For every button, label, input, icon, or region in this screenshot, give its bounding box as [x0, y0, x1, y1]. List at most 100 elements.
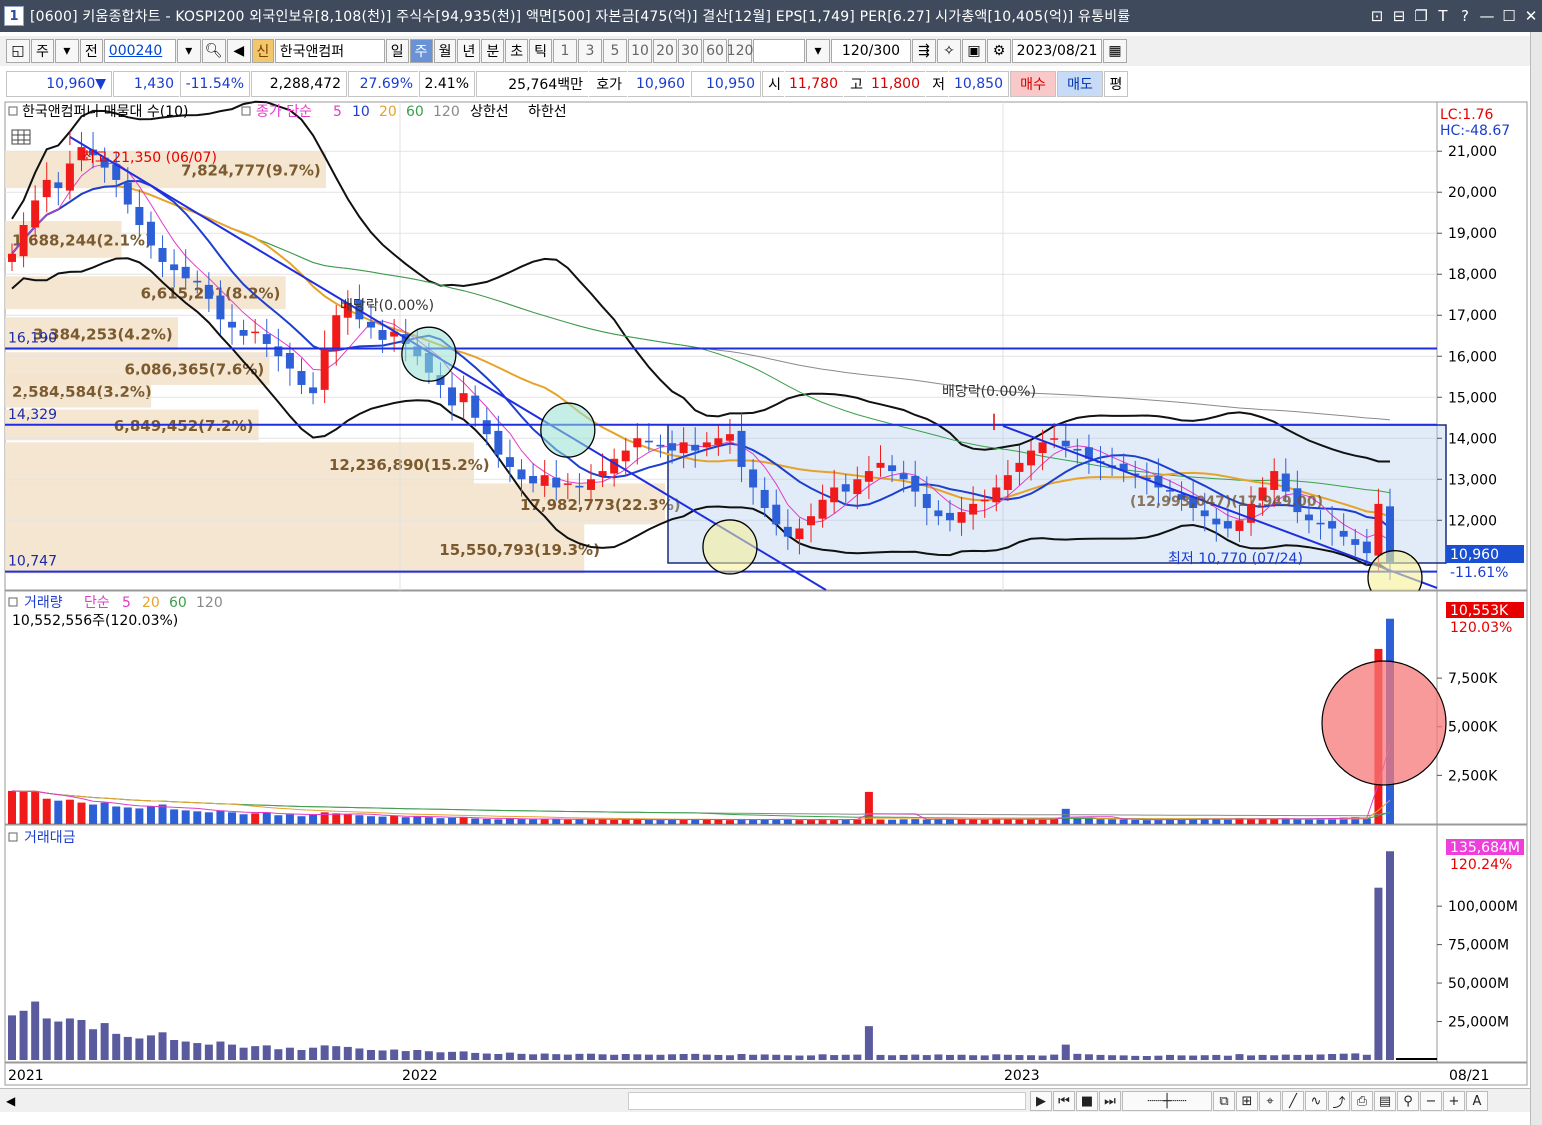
- interval-30[interactable]: 30: [678, 39, 703, 63]
- amount-bar: [980, 1055, 989, 1060]
- chevron-down-icon[interactable]: ▾: [54, 39, 79, 63]
- interval-1[interactable]: 1: [553, 39, 578, 63]
- volume-bar: [366, 816, 375, 824]
- count-display[interactable]: 120/300: [831, 39, 912, 63]
- amount-bar: [864, 1026, 873, 1060]
- candle-body: [448, 387, 457, 406]
- split-window-icon[interactable]: ⊟: [1388, 7, 1410, 25]
- sell-button[interactable]: 매도: [1057, 71, 1103, 97]
- amount-bar: [413, 1050, 422, 1060]
- scroll-right-icon[interactable]: ▶: [1030, 1091, 1052, 1111]
- interval-5[interactable]: 5: [603, 39, 628, 63]
- help-icon[interactable]: ?: [1454, 7, 1476, 25]
- period-week-tab[interactable]: 주: [409, 39, 433, 63]
- amt-y-tick-label: 100,000M: [1448, 899, 1518, 915]
- amount-bar: [262, 1045, 271, 1060]
- ma10-legend: 10: [352, 104, 370, 120]
- scroll-thumb[interactable]: [628, 1092, 1026, 1110]
- y-tick-label: 12,000: [1448, 513, 1497, 529]
- close-button[interactable]: ✕: [1520, 7, 1542, 25]
- vol-ma120-legend: 120: [196, 595, 223, 611]
- date-input[interactable]: 2023/08/21: [1012, 39, 1103, 63]
- zoom-in-icon[interactable]: +: [1443, 1091, 1465, 1111]
- horizontal-scrollbar[interactable]: ◀ ▶ ⏮ ■ ⏭ ┈┈┼┈┈ ⧉ ⊞ ⌖ ╱ ∿ ⤴ ⎙ ▤ ⚲ − + A: [0, 1088, 1530, 1112]
- period-year-tab[interactable]: 년: [457, 39, 481, 63]
- interval-10[interactable]: 10: [628, 39, 653, 63]
- interval-120[interactable]: 120: [727, 39, 753, 63]
- minimize-button[interactable]: —: [1476, 7, 1498, 25]
- amount-bar: [575, 1053, 584, 1060]
- gear-icon[interactable]: ⚙: [987, 39, 1012, 63]
- interval-3[interactable]: 3: [578, 39, 603, 63]
- candle-body: [1223, 521, 1232, 529]
- maximize-button[interactable]: ☐: [1498, 7, 1520, 25]
- legend-checkbox: [8, 106, 18, 116]
- amount-bar: [749, 1054, 758, 1060]
- candle-body: [760, 489, 769, 508]
- period-month-tab[interactable]: 월: [433, 39, 457, 63]
- candle-body: [19, 225, 28, 257]
- overlay-icon[interactable]: ⧉: [1213, 1091, 1235, 1111]
- stock-chart-svg[interactable]: 7,824,777(9.7%)1,688,244(2.1%)6,615,291(…: [0, 100, 1530, 1088]
- text-mode-icon[interactable]: T: [1432, 7, 1454, 25]
- period-minute-tab[interactable]: 분: [481, 39, 505, 63]
- volume-bar: [911, 819, 920, 824]
- interval-custom-input[interactable]: [753, 39, 806, 63]
- interval-60[interactable]: 60: [703, 39, 728, 63]
- ma5-legend: 5: [333, 104, 342, 120]
- interval-20[interactable]: 20: [653, 39, 678, 63]
- print-icon[interactable]: ⎙: [1351, 1091, 1373, 1111]
- period-day-tab[interactable]: 일: [385, 39, 409, 63]
- chart-area[interactable]: 7,824,777(9.7%)1,688,244(2.1%)6,615,291(…: [0, 100, 1542, 1100]
- layout-menu-icon[interactable]: ◱: [6, 39, 30, 63]
- amount-bar: [1061, 1044, 1070, 1060]
- first-page-icon[interactable]: ⏮: [1053, 1091, 1075, 1111]
- stop-icon[interactable]: ■: [1076, 1091, 1098, 1111]
- amount-bar: [1177, 1055, 1186, 1060]
- draw-tool-icon[interactable]: ✧: [937, 39, 962, 63]
- code-dropdown-icon[interactable]: ▾: [176, 39, 201, 63]
- vertical-scrollbar[interactable]: [1530, 32, 1542, 1125]
- wave-icon[interactable]: ∿: [1305, 1091, 1327, 1111]
- indicator-icon[interactable]: ⇶: [912, 39, 937, 63]
- period-tick-tab[interactable]: 틱: [529, 39, 553, 63]
- amount-bar: [1142, 1056, 1151, 1060]
- restore-window-icon[interactable]: ❐: [1410, 7, 1432, 25]
- buy-button[interactable]: 매수: [1010, 71, 1056, 97]
- zoom-out-icon[interactable]: −: [1420, 1091, 1442, 1111]
- candle-body: [517, 469, 526, 480]
- open-label: 시: [762, 71, 784, 97]
- next-page-icon[interactable]: ⏭: [1099, 1091, 1121, 1111]
- y-tick-label: 18,000: [1448, 267, 1497, 283]
- link-window-icon[interactable]: ⊡: [1366, 7, 1388, 25]
- search-icon[interactable]: 🔍︎: [201, 39, 226, 63]
- volume-title: 거래량: [24, 595, 63, 611]
- period-select[interactable]: 주: [31, 39, 54, 63]
- compare-icon[interactable]: ⊞: [1236, 1091, 1258, 1111]
- volume-bar: [112, 806, 121, 824]
- cross-cursor-icon[interactable]: ⌖: [1259, 1091, 1281, 1111]
- full-chart-button[interactable]: 전: [79, 39, 103, 63]
- zoom-search-icon[interactable]: ⚲: [1397, 1091, 1419, 1111]
- stock-name-field[interactable]: 한국앤컴퍼: [274, 39, 385, 63]
- stock-code-input[interactable]: 000240: [103, 39, 176, 63]
- volume-profile-label: 17,982,773(22.3%): [520, 496, 681, 514]
- period-second-tab[interactable]: 초: [505, 39, 529, 63]
- average-button[interactable]: 평: [1104, 71, 1128, 97]
- new-stock-badge[interactable]: 신: [251, 39, 274, 63]
- arrow-draw-icon[interactable]: ⤴: [1328, 1091, 1350, 1111]
- interval-dropdown-icon[interactable]: ▾: [806, 39, 831, 63]
- speaker-icon[interactable]: ◀: [226, 39, 251, 63]
- calendar-icon[interactable]: ▦: [1103, 39, 1128, 63]
- scroll-left-icon[interactable]: ◀: [6, 1094, 15, 1108]
- vol-ma20-legend: 20: [142, 595, 160, 611]
- ex-dividend-1: 배당락(0.00%): [340, 298, 434, 314]
- candle-body: [1015, 462, 1024, 472]
- font-size-icon[interactable]: A: [1466, 1091, 1488, 1111]
- high-price: 11,800: [867, 71, 925, 97]
- zoom-slider[interactable]: ┈┈┼┈┈: [1122, 1091, 1212, 1111]
- save-icon[interactable]: ▣: [962, 39, 987, 63]
- line-draw-icon[interactable]: ╱: [1282, 1091, 1304, 1111]
- amount-bar: [378, 1050, 387, 1060]
- image-save-icon[interactable]: ▤: [1374, 1091, 1396, 1111]
